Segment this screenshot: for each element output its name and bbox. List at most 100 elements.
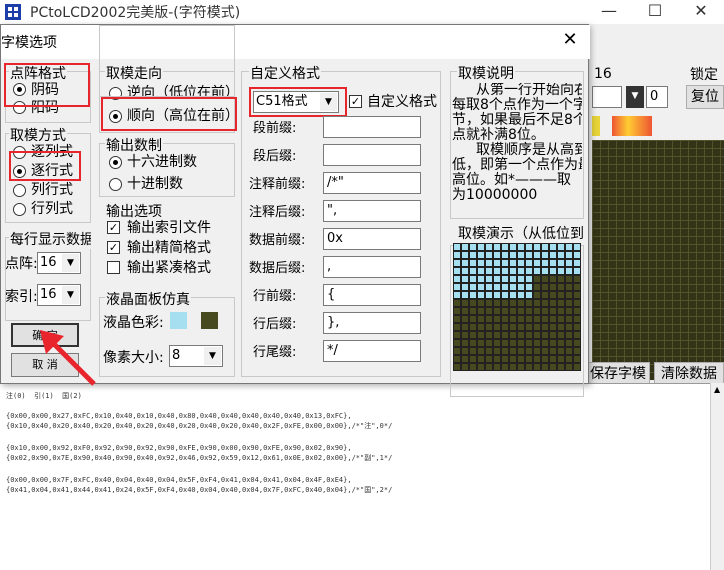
close-window-button[interactable]: ✕ [678, 0, 724, 24]
preview-pixel [478, 260, 484, 266]
preview-pixel [502, 324, 508, 330]
radio-column-row[interactable] [13, 184, 26, 197]
segment-suffix-input[interactable] [323, 144, 421, 166]
preview-pixel [534, 244, 540, 250]
lock-label[interactable]: 锁定 [690, 64, 718, 84]
preview-pixel [470, 324, 476, 330]
preview-pixel [478, 292, 484, 298]
preview-pixel [510, 268, 516, 274]
radio-row-column[interactable] [13, 203, 26, 216]
preview-pixel [494, 340, 500, 346]
minimize-button[interactable]: — [586, 0, 632, 24]
pixel-size-select[interactable]: 8 ▼ [169, 345, 223, 367]
preview-pixel [558, 268, 564, 274]
preview-pixel [534, 324, 540, 330]
preview-pixel [470, 340, 476, 346]
preview-pixel [478, 340, 484, 346]
preview-pixel [534, 276, 540, 282]
checkbox-index-file[interactable]: ✓ [107, 221, 120, 234]
preview-pixel [550, 340, 556, 346]
dropdown-icon[interactable]: ▼ [626, 86, 644, 108]
explain-text: 从第一行开始向右 每取8个点作为一个字 节，如果最后不足8个 点就补满8位。 取… [452, 83, 582, 203]
preview-pixel [558, 332, 564, 338]
maximize-button[interactable]: ☐ [632, 0, 678, 24]
output-options-group [99, 25, 235, 97]
field-label: 数据后缀: [249, 261, 306, 276]
highlight-format [249, 87, 347, 117]
field-label: 行后缀: [253, 317, 297, 332]
preview-pixel [486, 308, 492, 314]
preview-pixel [502, 292, 508, 298]
preview-pixel [494, 316, 500, 322]
preview-pixel [566, 364, 572, 370]
data-prefix-input[interactable]: 0x [323, 228, 421, 250]
checkbox-compact-format[interactable]: ✓ [107, 241, 120, 254]
segment-prefix-input[interactable] [323, 116, 421, 138]
dot-count-select[interactable]: 16 ▼ [37, 252, 81, 274]
radio-hex[interactable] [109, 156, 122, 169]
checkbox-tight-format[interactable] [107, 261, 120, 274]
preview-pixel [550, 348, 556, 354]
preview-pixel [550, 252, 556, 258]
radio-decimal[interactable] [109, 178, 122, 191]
preview-pixel [462, 268, 468, 274]
custom-format-checkbox[interactable]: ✓ [349, 95, 362, 108]
lcd-off-color-swatch[interactable] [201, 312, 218, 329]
preview-pixel [510, 316, 516, 322]
preview-pixel [534, 300, 540, 306]
field-label: 行尾缀: [253, 345, 297, 360]
preview-pixel [558, 244, 564, 250]
preview-pixel [574, 316, 580, 322]
preview-pixel [526, 244, 532, 250]
preview-pixel [518, 332, 524, 338]
preview-pixel [486, 244, 492, 250]
stepper-field[interactable]: 0 [646, 86, 668, 108]
scroll-up-icon[interactable]: ▲ [714, 385, 720, 394]
preview-pixel [510, 340, 516, 346]
output-scrollbar[interactable]: ▲ [710, 383, 724, 570]
radio-hex-label: 十六进制数 [127, 154, 197, 170]
comment-suffix-input[interactable]: ", [323, 200, 421, 222]
data-suffix-input[interactable]: , [323, 256, 421, 278]
preview-pixel [454, 332, 460, 338]
preview-pixel [542, 324, 548, 330]
preview-pixel [502, 332, 508, 338]
preview-pixel [526, 284, 532, 290]
preview-pixel [574, 308, 580, 314]
preview-pixel [574, 292, 580, 298]
dialog-close-button[interactable]: ✕ [557, 29, 583, 50]
preview-pixel [526, 252, 532, 258]
line-prefix-input[interactable]: { [323, 284, 421, 306]
size-spinner[interactable] [592, 86, 622, 108]
preview-pixel [550, 276, 556, 282]
preview-pixel [454, 260, 460, 266]
index-count-select[interactable]: 16 ▼ [37, 284, 81, 306]
preview-pixel [550, 324, 556, 330]
preview-pixel [574, 348, 580, 354]
comment-prefix-input[interactable]: /*" [323, 172, 421, 194]
preview-pixel [502, 252, 508, 258]
lcd-on-color-swatch[interactable] [170, 312, 187, 329]
preview-pixel [462, 276, 468, 282]
preview-pixel [454, 268, 460, 274]
preview-label: 取模演示（从低位到高位） [457, 223, 583, 243]
preview-pixel [478, 324, 484, 330]
size-label: 16 [594, 66, 612, 82]
line-suffix-input[interactable]: }, [323, 312, 421, 334]
output-textarea[interactable]: 注(0) 引(1) 国(2) {0x00,0x00,0x27,0xFC,0x10… [0, 383, 710, 570]
preview-pixel [566, 244, 572, 250]
checkbox-tight-format-label: 输出紧凑格式 [127, 260, 211, 276]
preview-pixel [486, 332, 492, 338]
tool-icon[interactable] [592, 116, 600, 136]
rotate-icon[interactable] [612, 116, 652, 136]
radio-decimal-label: 十进制数 [127, 176, 183, 192]
preview-pixel [534, 308, 540, 314]
restore-button[interactable]: 复位 [686, 85, 724, 109]
preview-pixel [502, 356, 508, 362]
preview-pixel [542, 284, 548, 290]
preview-pixel [486, 284, 492, 290]
preview-pixel [486, 364, 492, 370]
app-icon [5, 4, 21, 20]
line-end-input[interactable]: */ [323, 340, 421, 362]
lcd-grid-canvas[interactable] [592, 140, 724, 380]
